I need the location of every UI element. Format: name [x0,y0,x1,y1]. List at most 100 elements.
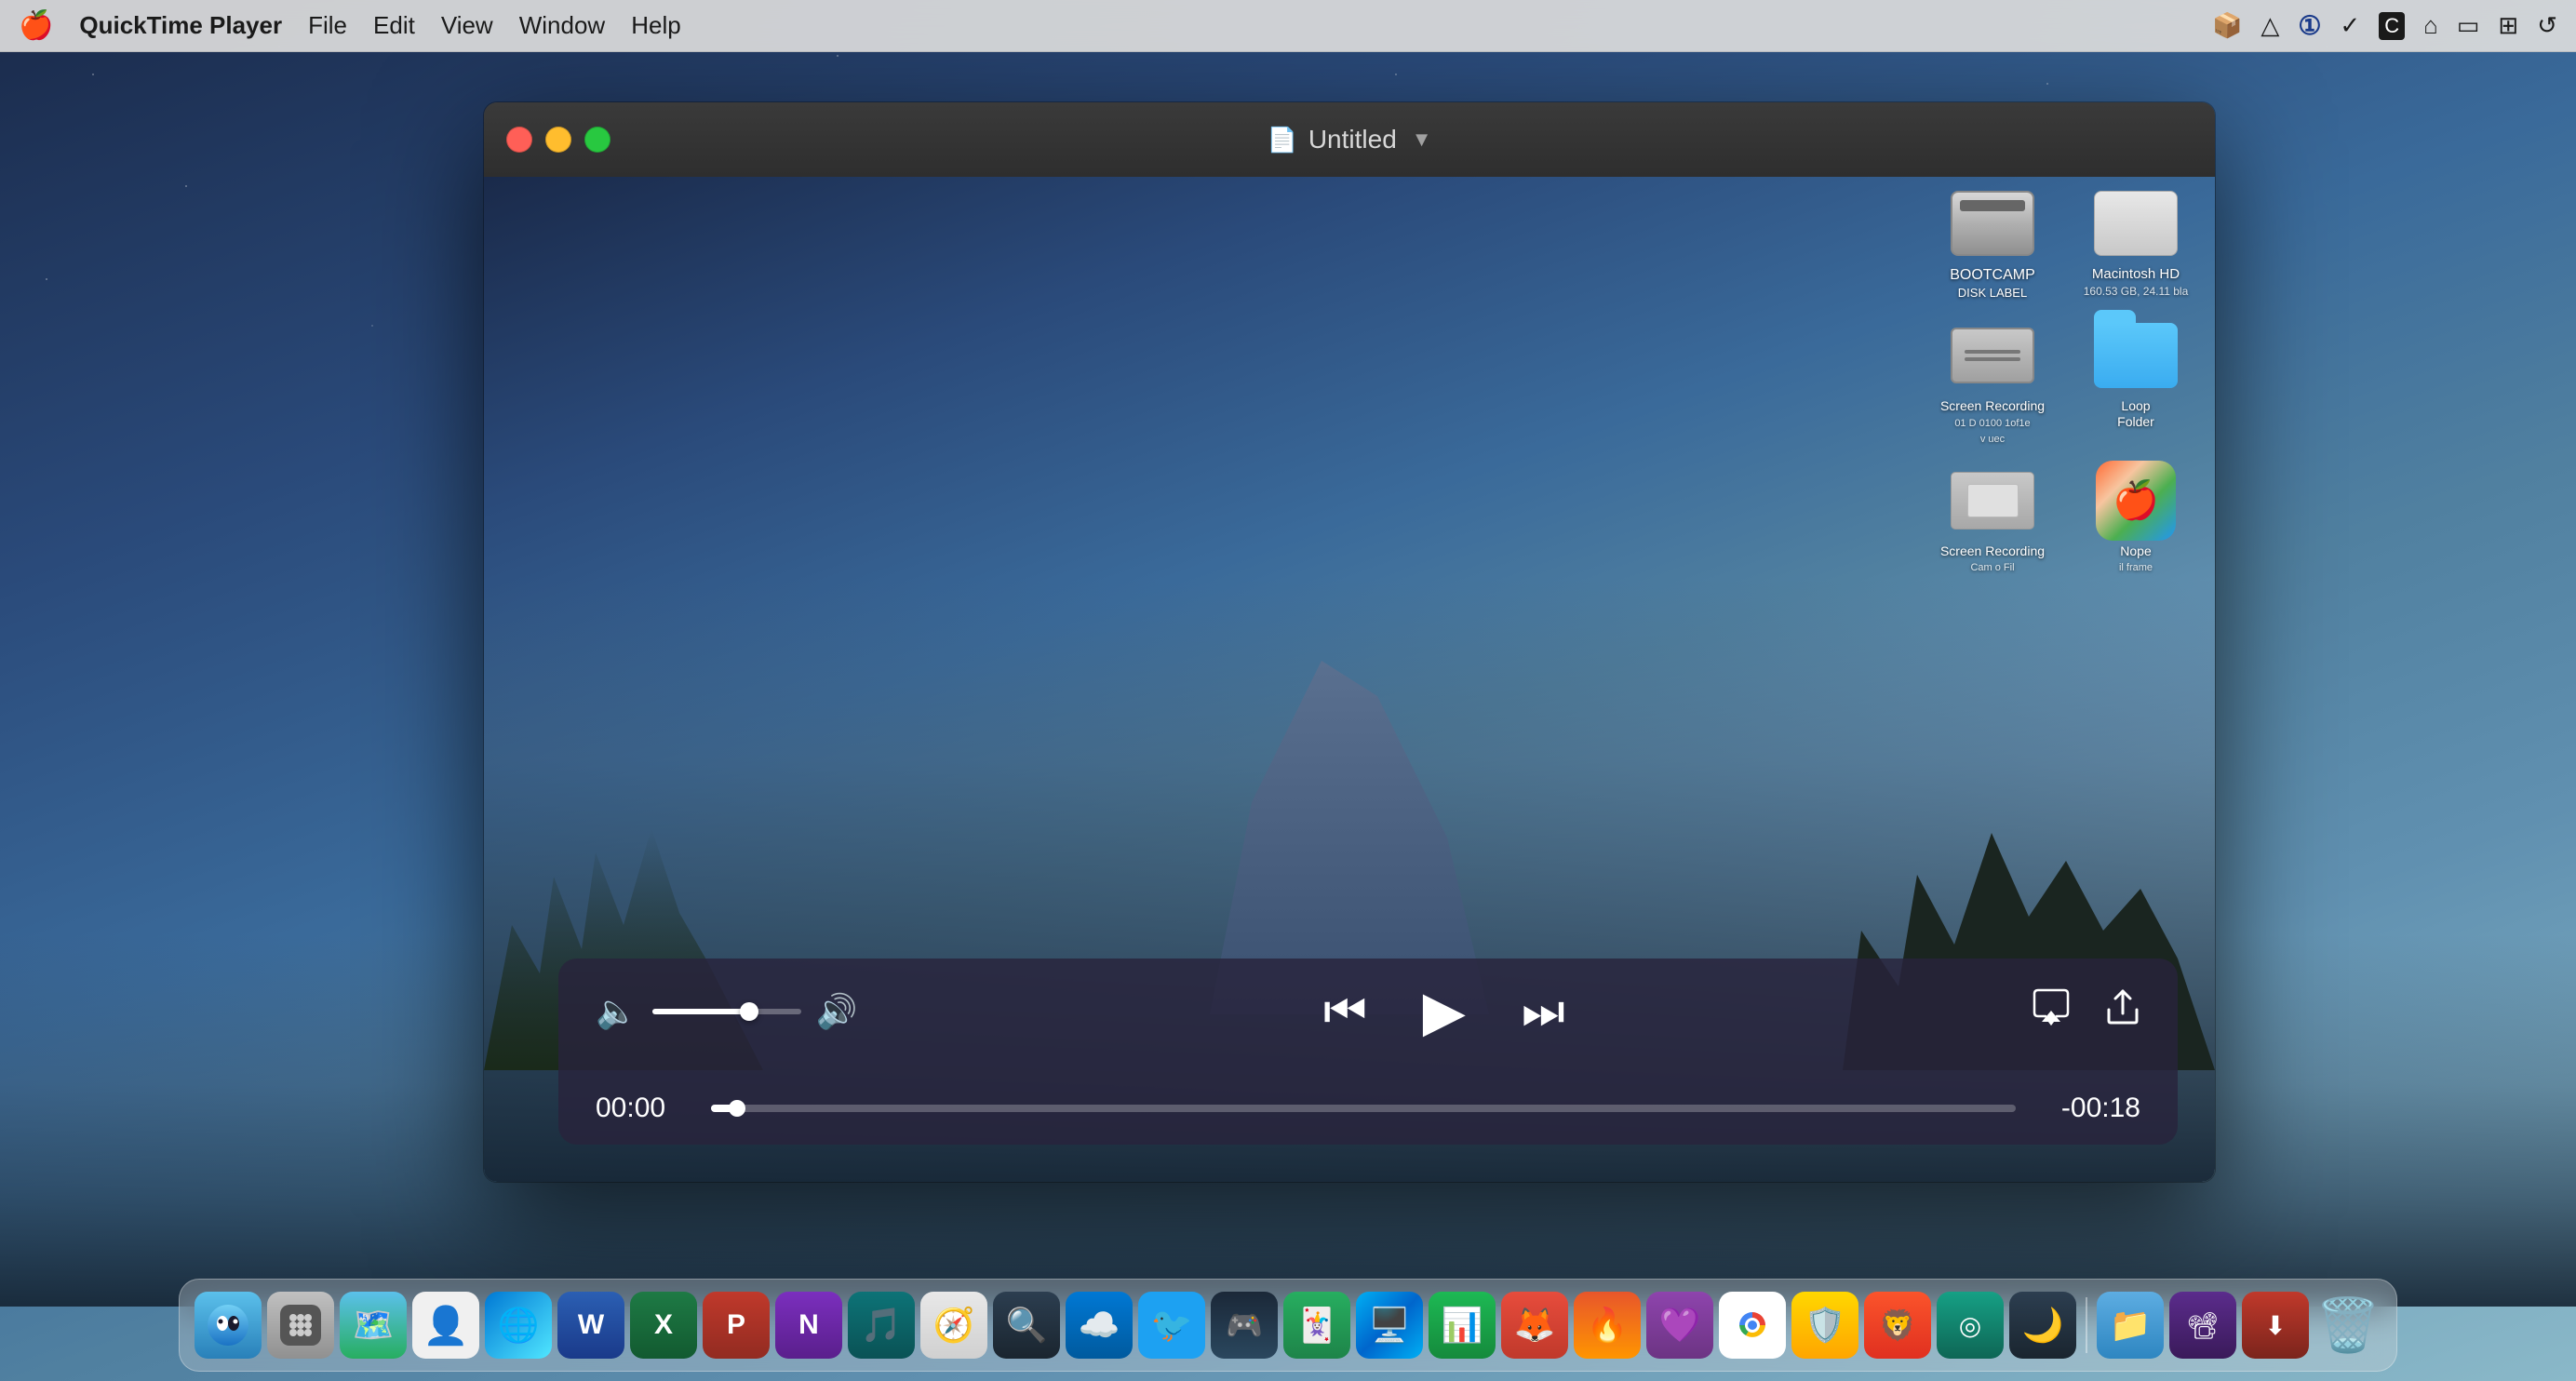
volume-low-icon: 🔈 [596,992,637,1031]
airplay-button[interactable] [2031,988,2072,1036]
fastforward-button[interactable]: ⏭ [1522,984,1565,1040]
bootcamp-icon-img [1946,186,2039,261]
folder-icon-shape [2094,323,2178,388]
volume-section: 🔈 🔊 [596,992,858,1031]
dock-item-word[interactable]: W [557,1292,624,1359]
dock-item-chrome[interactable] [1719,1292,1786,1359]
video-area[interactable]: BOOTCAMPDISK LABEL Macintosh HD160.53 GB… [484,177,2215,1182]
trash-icon: 🗑️ [2315,1294,2381,1356]
nope-label: Nopeil frame [2075,543,2196,575]
progress-thumb[interactable] [729,1100,745,1117]
dock-item-launchpad[interactable] [267,1292,334,1359]
progress-bar[interactable] [711,1105,2016,1112]
screen-rec-2-icon-shape [1951,472,2034,530]
dock-item-finder-app[interactable]: 📁 [2097,1292,2164,1359]
fastforward-icon: ⏭ [1522,984,1565,1040]
nope-icon-img: 🍎 [2089,463,2182,538]
icon-row-3: Screen RecordingCam o Fil 🍎 Nopeil frame [1932,463,2196,575]
google-drive-icon: △ [2261,11,2279,40]
rewind-button[interactable]: ⏮ [1323,984,1367,1040]
carboncopy-icon: C [2379,12,2405,40]
dock-item-excel[interactable]: X [630,1292,697,1359]
apple-menu[interactable]: 🍎 [19,9,53,42]
dock-item-powerpoint[interactable]: P [703,1292,770,1359]
time-current: 00:00 [596,1093,689,1124]
play-icon: ▶ [1423,979,1466,1044]
app-name-label[interactable]: QuickTime Player [79,11,282,40]
rewind-icon: ⏮ [1323,984,1367,1040]
screenrec1-label: Screen Recording01 D 0100 1of1ev uec [1932,398,2053,446]
dock-item-solitaire[interactable]: 🃏 [1283,1292,1350,1359]
dock: 🗺️ 👤 🌐 W X P N 🎵 🧭 🔍 ☁️ 🐦 🎮 🃏 🖥️ 📊 🦊 🔥 💜 [179,1279,2397,1372]
share-svg-icon [2105,987,2140,1026]
airplay-menu-icon: ▭ [2457,11,2480,40]
timemachine-icon: ↺ [2537,11,2557,40]
desktop-icon-loopfolder: LoopFolder [2075,318,2196,446]
title-dropdown-icon[interactable]: ▼ [1412,127,1432,152]
menu-view[interactable]: View [441,11,493,40]
volume-slider[interactable] [652,1009,801,1014]
share-button[interactable] [2105,987,2140,1036]
dock-item-trash[interactable]: 🗑️ [2314,1292,2381,1359]
close-button[interactable] [506,127,532,153]
dock-item-parallels[interactable]: 🖥️ [1356,1292,1423,1359]
dock-item-dark[interactable]: 🌙 [2009,1292,2076,1359]
volume-thumb[interactable] [740,1002,758,1021]
loopfolder-icon-img [2089,318,2182,393]
dock-item-contacts[interactable]: 👤 [412,1292,479,1359]
grid-icon: ⊞ [2498,11,2518,40]
hd-icon-bootcamp [1951,191,2034,256]
menu-file[interactable]: File [308,11,347,40]
macintoshhd-label: Macintosh HD160.53 GB, 24.11 bla [2075,266,2196,300]
maximize-button[interactable] [584,127,610,153]
macintosh-hd-icon-shape [2094,191,2178,256]
icon-row-1: BOOTCAMPDISK LABEL Macintosh HD160.53 GB… [1932,186,2196,302]
dock-item-onenote[interactable]: N [775,1292,842,1359]
quicktime-window: 📄 Untitled ▼ [484,102,2215,1182]
launchpad-icon [280,1305,321,1346]
dock-item-twitter[interactable]: 🐦 [1138,1292,1205,1359]
dock-item-finder[interactable] [195,1292,262,1359]
menubar: 🍎 QuickTime Player File Edit View Window… [0,0,2576,52]
dock-item-steam[interactable]: 🎮 [1211,1292,1278,1359]
drive-line-1 [1965,350,2020,354]
screen-rec-1-icon-shape [1951,328,2034,383]
menubar-left: 🍎 QuickTime Player File Edit View Window… [19,9,681,42]
menu-help[interactable]: Help [631,11,680,40]
screenrec1-icon-img [1946,318,2039,393]
dock-item-groove[interactable]: 🎵 [848,1292,915,1359]
dock-item-microsoft-edge[interactable]: 🌐 [485,1292,552,1359]
dock-item-firefox[interactable]: 🔥 [1574,1292,1641,1359]
time-remaining: -00:18 [2038,1093,2140,1124]
icon-row-2: Screen Recording01 D 0100 1of1ev uec Loo… [1932,318,2196,446]
menu-edit[interactable]: Edit [373,11,415,40]
screenrec2-label: Screen RecordingCam o Fil [1932,543,2053,575]
dock-item-screenium[interactable]: 📽 [2169,1292,2236,1359]
titlebar: 📄 Untitled ▼ [484,102,2215,177]
dock-separator [2086,1297,2087,1353]
dock-item-finder2[interactable]: 🔍 [993,1292,1060,1359]
dropbox-icon: 📦 [2212,11,2242,40]
dock-item-numbers[interactable]: 📊 [1429,1292,1496,1359]
window-title: Untitled [1308,125,1397,154]
dock-item-safari[interactable]: 🧭 [920,1292,987,1359]
loopfolder-label: LoopFolder [2075,398,2196,430]
1password-icon: ① [2298,10,2321,41]
screenrec2-icon-img [1946,463,2039,538]
dock-item-other[interactable]: 💜 [1646,1292,1713,1359]
progress-row: 00:00 -00:18 [596,1093,2140,1124]
minimize-button[interactable] [545,127,571,153]
dock-item-norton[interactable]: 🛡️ [1791,1292,1858,1359]
dock-item-misc2[interactable]: ◎ [1937,1292,2004,1359]
menu-window[interactable]: Window [519,11,605,40]
desktop-icon-screenrec2: Screen RecordingCam o Fil [1932,463,2053,575]
desktop-icon-screenrec1: Screen Recording01 D 0100 1of1ev uec [1932,318,2053,446]
dock-item-misc1[interactable]: 🦊 [1501,1292,1568,1359]
finder-icon [206,1303,250,1347]
dock-item-onedrive[interactable]: ☁️ [1066,1292,1133,1359]
dock-item-downie[interactable]: ⬇ [2242,1292,2309,1359]
play-button[interactable]: ▶ [1423,979,1466,1044]
dock-item-brave[interactable]: 🦁 [1864,1292,1931,1359]
dock-item-maps[interactable]: 🗺️ [340,1292,407,1359]
screen-rec-2-inner [1967,484,2019,517]
